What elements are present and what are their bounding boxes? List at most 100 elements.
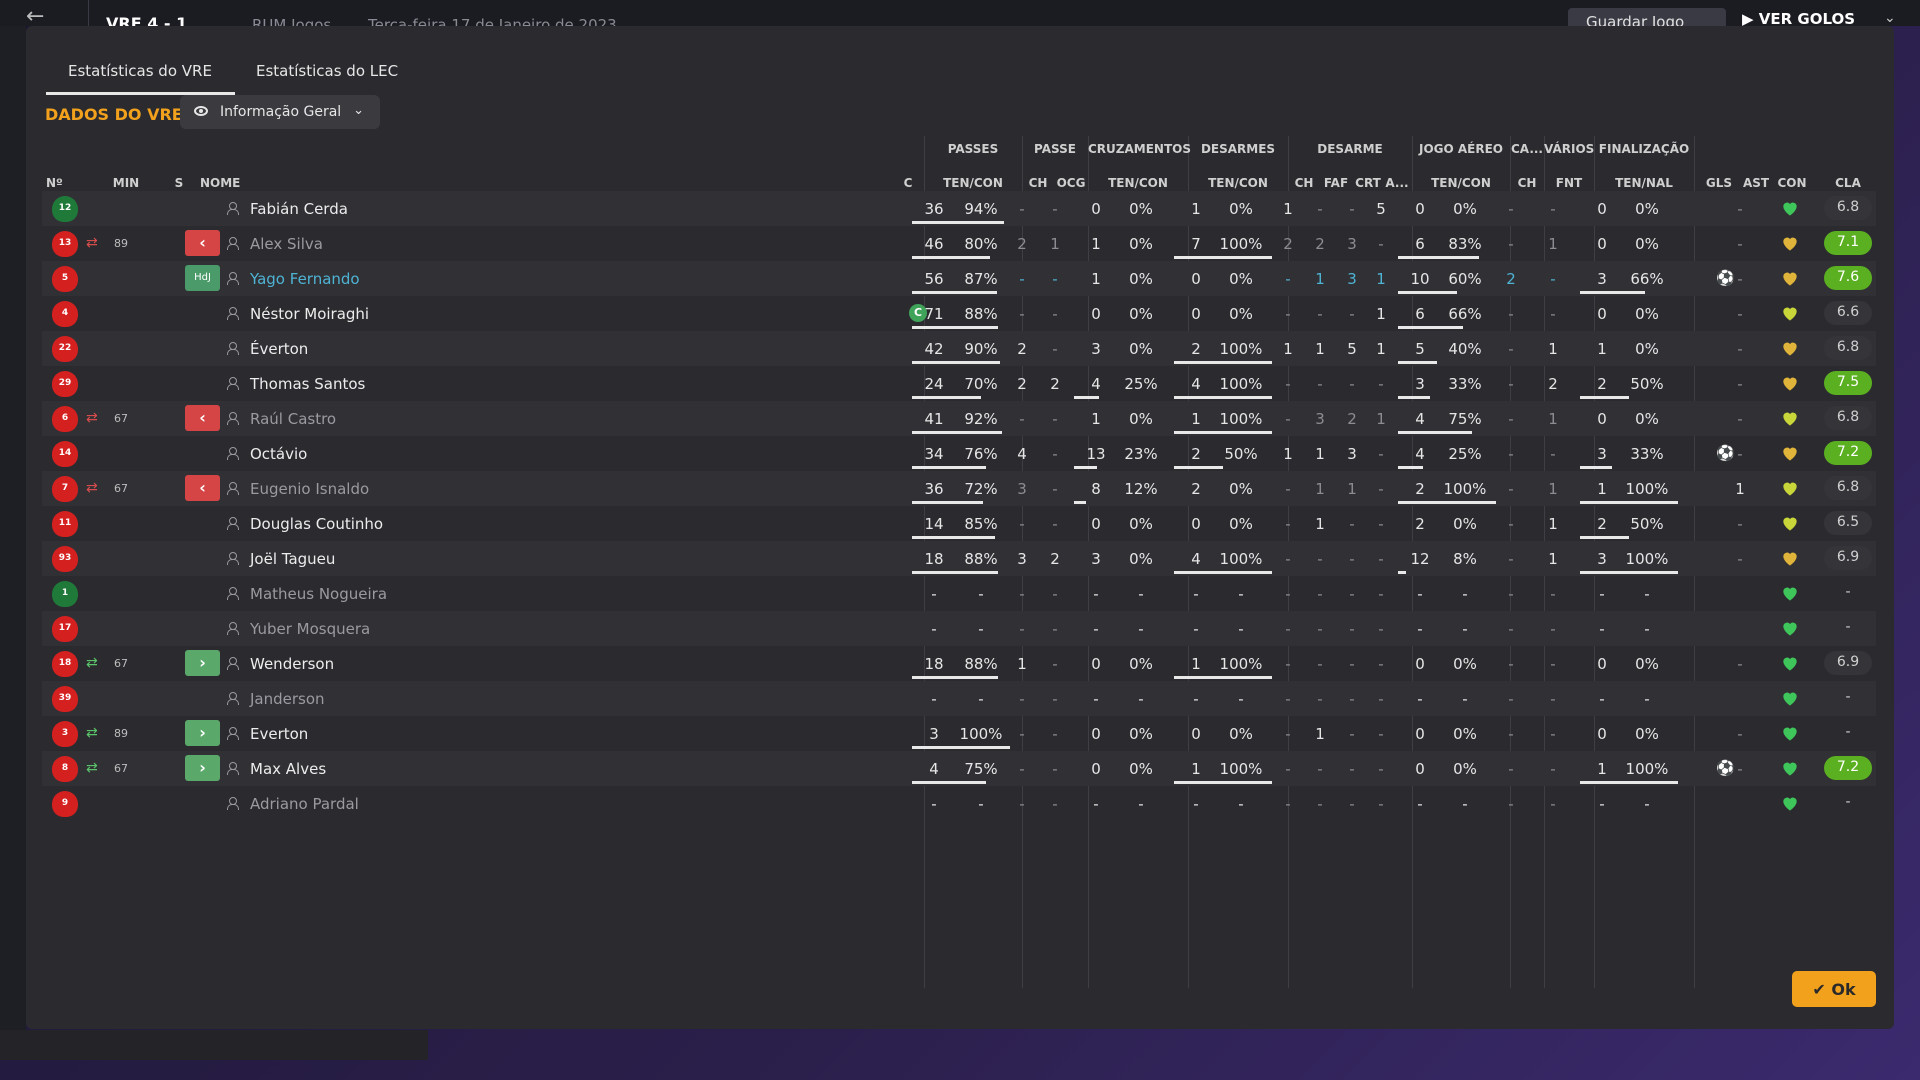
table-row[interactable]: 4 Néstor Moiraghi C 71 88% - -0 0% 0 0% - - -1 6 66% - -… — [42, 296, 1876, 331]
stat-p2: 72% — [964, 480, 998, 498]
player-name[interactable]: Eugenio Isnaldo — [250, 480, 369, 498]
stat-d1: - — [1193, 795, 1199, 813]
col-header-min[interactable]: MIN — [106, 176, 146, 190]
col-header-ast[interactable]: AST — [1738, 176, 1774, 190]
col-header-num[interactable]: Nº — [46, 176, 76, 190]
player-name[interactable]: Douglas Coutinho — [250, 515, 383, 533]
table-row[interactable]: 5 HdJ Yago Fernando 56 87% - - 1 0% 0 0% - 1 3 1 10 60% 2… — [42, 261, 1876, 296]
rating-badge: 6.8 — [1824, 406, 1872, 430]
table-row[interactable]: 29 Thomas Santos 24 70% 2 2 4 25% 4 100% - - - -3 33% -… — [42, 366, 1876, 401]
table-row[interactable]: 11 Douglas Coutinho 14 85% - - 0 0% 0 0% - 1 - - 2 0% - 1… — [42, 506, 1876, 541]
player-name[interactable]: Wenderson — [250, 655, 334, 673]
table-row[interactable]: 18 ⇄ 67 › Wenderson 18 88% 1 - 0 0% 1 100% - - - - 0 0% - - 0… — [42, 646, 1876, 681]
stat-d2: 0% — [1229, 480, 1253, 498]
col-header-des-tencon[interactable]: TEN/CON — [1190, 176, 1286, 190]
player-name[interactable]: Éverton — [250, 340, 308, 358]
player-name[interactable]: Thomas Santos — [250, 375, 365, 393]
stat-a: - — [1378, 550, 1384, 568]
stat-fnt: - — [1550, 760, 1556, 778]
table-row[interactable]: 22 Éverton 42 90% 2 - 3 0% 2 100% 1 1 5 1 5 40% - 1 1 0% - 6.… — [42, 331, 1876, 366]
stat-crt: - — [1349, 550, 1355, 568]
stat-a: 5 — [1376, 200, 1386, 218]
stat-crt: - — [1349, 795, 1355, 813]
table-row[interactable]: 13 ⇄ 89 ‹ Alex Silva 46 80% 2 1 1 0% 7 100% 2 2 3-6 83% -… — [42, 226, 1876, 261]
view-dropdown[interactable]: Informação Geral ⌄ — [180, 95, 380, 129]
rating-badge: - — [1845, 584, 1851, 600]
stat-f2: 66% — [1630, 270, 1664, 288]
stat-p1: - — [931, 585, 937, 603]
col-header-a[interactable]: A... — [1382, 176, 1412, 190]
stat-ch: 2 — [1017, 375, 1027, 393]
player-name[interactable]: Joël Tagueu — [250, 550, 335, 568]
chevron-down-icon[interactable]: ⌄ — [1884, 10, 1896, 26]
tab-lec-stats[interactable]: Estatísticas do LEC — [256, 62, 398, 80]
stat-p2: 100% — [959, 725, 1003, 743]
col-header-cla[interactable]: CLA — [1822, 176, 1874, 190]
stat-p1: - — [931, 795, 937, 813]
stat-cach: - — [1508, 655, 1514, 673]
col-header-cruz-tencon[interactable]: TEN/CON — [1090, 176, 1186, 190]
table-row[interactable]: 9 Adriano Pardal - - - - - - - - - - - - - - - - - - - — [42, 786, 1876, 821]
col-header-aer-tencon[interactable]: TEN/CON — [1414, 176, 1508, 190]
stat-p2: 92% — [964, 410, 998, 428]
col-header-crt[interactable]: CRT — [1352, 176, 1384, 190]
back-arrow-icon[interactable]: ← — [26, 6, 44, 28]
tab-vre-stats[interactable]: Estatísticas do VRE — [68, 62, 212, 80]
stat-ch: - — [1019, 690, 1025, 708]
player-name[interactable]: Octávio — [250, 445, 307, 463]
person-icon — [226, 727, 239, 740]
player-name[interactable]: Janderson — [250, 690, 325, 708]
success-bar — [1398, 291, 1457, 294]
chevron-down-icon: ⌄ — [353, 103, 364, 118]
stat-a: - — [1378, 445, 1384, 463]
col-header-c[interactable]: C — [898, 176, 918, 190]
col-header-nome[interactable]: NOME — [200, 176, 260, 190]
player-name[interactable]: Adriano Pardal — [250, 795, 359, 813]
stat-ast: - — [1737, 340, 1743, 358]
stat-f1: 2 — [1597, 515, 1607, 533]
substitution-icon: ⇄ — [86, 410, 98, 426]
stat-f1: - — [1599, 795, 1605, 813]
player-name[interactable]: Néstor Moiraghi — [250, 305, 369, 323]
col-header-fin-tennal[interactable]: TEN/NAL — [1596, 176, 1692, 190]
col-header-gls[interactable]: GLS — [1700, 176, 1738, 190]
table-row[interactable]: 8 ⇄ 67 › Max Alves 4 75% - - 0 0% 1 100% - - - - 0 0% - - 1 10… — [42, 751, 1876, 786]
col-header-faf[interactable]: FAF — [1320, 176, 1352, 190]
col-header-con[interactable]: CON — [1774, 176, 1810, 190]
col-header-fnt[interactable]: FNT — [1544, 176, 1594, 190]
table-row[interactable]: 7 ⇄ 67 ‹ Eugenio Isnaldo 36 72% 3-8 12% 2 0% -1 1-2 1… — [42, 471, 1876, 506]
col-header-ca-ch[interactable]: CH — [1510, 176, 1544, 190]
player-name[interactable]: Fabián Cerda — [250, 200, 348, 218]
stat-faf: - — [1317, 550, 1323, 568]
col-header-ch[interactable]: CH — [1022, 176, 1054, 190]
table-row[interactable]: 14 Octávio 34 76% 4-13 23% 2 50% 1 1 3-4 25% - -3 33% -… — [42, 436, 1876, 471]
table-row[interactable]: 3 ⇄ 89 › Everton 3 100% - -0 0% 0 0% -1- -0 0% - -0 0% - - — [42, 716, 1876, 751]
success-bar — [1174, 781, 1272, 784]
player-name[interactable]: Matheus Nogueira — [250, 585, 387, 603]
col-header-ocg[interactable]: OCG — [1054, 176, 1088, 190]
table-row[interactable]: 93 Joël Tagueu 18 88% 3 2 3 0% 4 100% - - - -12 8% -1 3 1… — [42, 541, 1876, 576]
table-row[interactable]: 17 Yuber Mosquera - - - - - - - - - - - - - - - - - - - — [42, 611, 1876, 646]
col-header-s[interactable]: S — [164, 176, 194, 190]
table-row[interactable]: 12 Fabián Cerda 36 94% - - 0 0% 1 0% 1 - - 5 0 0% - - 0 0% -… — [42, 191, 1876, 226]
player-name[interactable]: Yago Fernando — [250, 270, 360, 288]
table-row[interactable]: 39 Janderson - - - - - - - - - - - - - - - - - - - — [42, 681, 1876, 716]
col-header-des-ch[interactable]: CH — [1288, 176, 1320, 190]
table-row[interactable]: 6 ⇄ 67 ‹ Raúl Castro 41 92% - -1 0% 1 100% -3 2 1 4 75% -… — [42, 401, 1876, 436]
ok-button[interactable]: ✔ Ok — [1792, 971, 1876, 1007]
stat-dch: - — [1285, 305, 1291, 323]
table-row[interactable]: 1 Matheus Nogueira - - - - - - - - - - - - - - - - - - - — [42, 576, 1876, 611]
player-name[interactable]: Max Alves — [250, 760, 326, 778]
rating-badge: 6.8 — [1824, 336, 1872, 360]
col-header-passes-tencon[interactable]: TEN/CON — [926, 176, 1020, 190]
player-name[interactable]: Raúl Castro — [250, 410, 336, 428]
rating-badge: - — [1845, 619, 1851, 635]
stat-faf: 1 — [1315, 725, 1325, 743]
player-name[interactable]: Alex Silva — [250, 235, 323, 253]
success-bar — [1398, 571, 1406, 574]
stat-crt: 5 — [1347, 340, 1357, 358]
stat-cach: 2 — [1506, 270, 1516, 288]
player-name[interactable]: Yuber Mosquera — [250, 620, 370, 638]
player-name[interactable]: Everton — [250, 725, 308, 743]
stat-ast: - — [1737, 200, 1743, 218]
